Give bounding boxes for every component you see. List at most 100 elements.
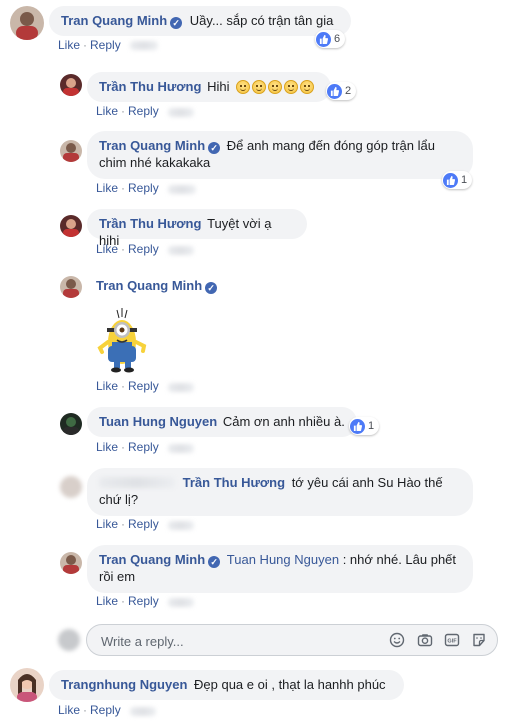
like-link[interactable]: Like	[96, 594, 118, 608]
commenter-name[interactable]: Trần Thu Hương	[99, 216, 201, 231]
blurred-timestamp	[168, 598, 194, 607]
current-user-avatar	[58, 629, 80, 651]
commenter-header: Tran Quang Minh ✓	[96, 278, 218, 294]
separator: ·	[121, 379, 126, 393]
minion-sticker[interactable]	[94, 302, 150, 374]
commenter-name[interactable]: Tuan Hung Nguyen	[99, 414, 217, 429]
blurred-timestamp	[168, 521, 194, 530]
like-link[interactable]: Like	[96, 242, 118, 256]
comment-actions: Like · Reply	[96, 379, 159, 393]
verified-badge-icon: ✓	[205, 282, 218, 294]
comment-bubble: Tran Quang Minh ✓ Uầy... sắp có trận tân …	[49, 6, 351, 36]
verified-badge-icon: ✓	[170, 17, 183, 29]
reaction-count[interactable]: 2	[326, 82, 357, 100]
reaction-count[interactable]: 1	[349, 417, 380, 435]
separator: ·	[121, 594, 126, 608]
avatar-image	[60, 276, 82, 298]
avatar-image	[10, 668, 44, 702]
blurred-timestamp	[168, 383, 194, 392]
reaction-count[interactable]: 6	[315, 30, 346, 48]
reaction-count[interactable]: 1	[442, 171, 473, 189]
avatar-tran-thu-huong[interactable]	[60, 74, 82, 96]
comment-text-line-1: Để anh mang đến đóng góp trận lẩu	[226, 138, 435, 153]
reply-composer: GIF	[86, 624, 498, 656]
like-link[interactable]: Like	[96, 440, 118, 454]
comment-text-line-2: chứ lị?	[99, 492, 139, 507]
gif-icon[interactable]: GIF	[444, 632, 460, 648]
commenter-name[interactable]: Tran Quang Minh	[96, 278, 202, 293]
svg-text:GIF: GIF	[447, 639, 457, 645]
comment-bubble: Tran Quang Minh ✓ Để anh mang đến đóng gó…	[87, 131, 473, 179]
comment-text-line-2: chim nhé kakakaka	[99, 155, 211, 170]
separator: ·	[121, 104, 126, 118]
blurred-timestamp	[168, 185, 196, 194]
like-reaction-icon	[350, 418, 365, 434]
avatar-trangnhung-nguyen[interactable]	[10, 668, 44, 702]
commenter-name[interactable]: Trần Thu Hương	[99, 79, 201, 94]
like-link[interactable]: Like	[96, 379, 118, 393]
comment-text-line-1: tớ yêu cái anh Su Hào thế	[291, 475, 443, 490]
avatar-tuan-hung-nguyen[interactable]	[60, 413, 82, 435]
tagged-name[interactable]: Trần Thu Hương	[183, 475, 285, 490]
tagged-name[interactable]: Tuan Hung Nguyen	[227, 552, 339, 567]
blurred-timestamp	[168, 246, 194, 255]
avatar-tran-quang-minh[interactable]	[60, 276, 82, 298]
comment-actions: Like · Reply	[58, 38, 121, 52]
like-link[interactable]: Like	[58, 38, 80, 52]
reply-link[interactable]: Reply	[128, 517, 159, 531]
reply-link[interactable]: Reply	[128, 181, 159, 195]
sticker-icon[interactable]	[471, 632, 487, 648]
avatar-image	[60, 74, 82, 96]
avatar-image	[58, 629, 80, 651]
commenter-name[interactable]: Tran Quang Minh	[61, 13, 167, 28]
avatar-image	[60, 413, 82, 435]
comment-text: Uầy... sắp có trận tân gia	[189, 13, 334, 28]
reply-link[interactable]: Reply	[90, 703, 121, 717]
reply-link[interactable]: Reply	[90, 38, 121, 52]
separator: ·	[121, 517, 126, 531]
blurred-timestamp	[168, 108, 194, 117]
camera-icon[interactable]	[417, 632, 433, 648]
avatar-blurred[interactable]	[60, 476, 82, 498]
commenter-name[interactable]: Tran Quang Minh	[99, 138, 205, 153]
like-link[interactable]: Like	[96, 517, 118, 531]
comment-bubble: Tuan Hung Nguyen Cảm ơn anh nhiều à.	[87, 407, 357, 437]
comment-bubble: Trần Thu Hương tớ yêu cái anh Su Hào thế…	[87, 468, 473, 516]
commenter-name[interactable]: Tran Quang Minh	[99, 552, 205, 567]
avatar-tran-thu-huong[interactable]	[60, 215, 82, 237]
like-link[interactable]: Like	[58, 703, 80, 717]
comment-bubble: Tran Quang Minh ✓ Tuan Hung Nguyen : nhớ …	[87, 545, 473, 593]
separator: ·	[83, 703, 88, 717]
separator: ·	[121, 440, 126, 454]
like-reaction-icon	[443, 172, 458, 188]
reaction-number: 1	[368, 420, 375, 432]
separator: ·	[121, 242, 126, 256]
comment-actions: Like · Reply	[96, 517, 159, 531]
reply-link[interactable]: Reply	[128, 242, 159, 256]
comment-actions: Like · Reply	[96, 104, 159, 118]
reply-link[interactable]: Reply	[128, 594, 159, 608]
avatar-tran-quang-minh[interactable]	[60, 140, 82, 162]
blurred-timestamp	[168, 444, 194, 453]
avatar-image	[10, 6, 44, 40]
reply-link[interactable]: Reply	[128, 379, 159, 393]
like-link[interactable]: Like	[96, 104, 118, 118]
smiley-emoji-icon	[236, 79, 316, 94]
reply-input[interactable]	[99, 631, 373, 651]
comment-text-line-2: rồi em	[99, 569, 136, 584]
blurred-commenter-name	[99, 477, 175, 488]
emoji-icon[interactable]	[389, 632, 405, 648]
comment-bubble: Trần Thu Hương Hihi	[87, 72, 331, 102]
comment-actions: Like · Reply	[96, 242, 159, 256]
reply-link[interactable]: Reply	[128, 440, 159, 454]
avatar-image	[60, 476, 82, 498]
reply-link[interactable]: Reply	[128, 104, 159, 118]
avatar-image	[60, 140, 82, 162]
avatar-tran-quang-minh[interactable]	[10, 6, 44, 40]
commenter-name[interactable]: Trangnhung Nguyen	[61, 677, 187, 692]
like-link[interactable]: Like	[96, 181, 118, 195]
verified-badge-icon: ✓	[208, 142, 221, 154]
avatar-tran-quang-minh[interactable]	[60, 552, 82, 574]
comment-bubble: Trần Thu Hương Tuyệt vời ạ hihi	[87, 209, 307, 248]
comment-text: Hihi	[207, 79, 230, 94]
